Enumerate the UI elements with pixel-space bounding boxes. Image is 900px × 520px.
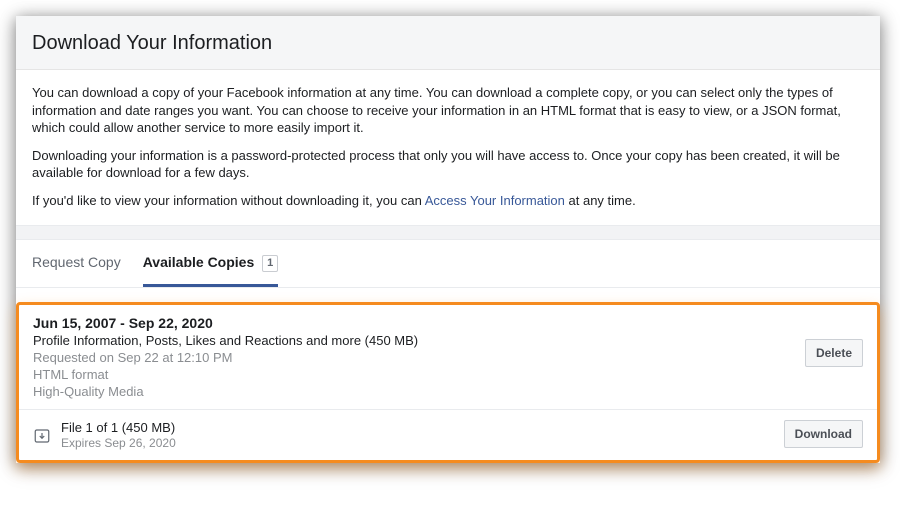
tab-available-copies-label: Available Copies xyxy=(143,254,255,270)
available-copies-highlight: Jun 15, 2007 - Sep 22, 2020 Profile Info… xyxy=(16,302,880,463)
tab-request-copy[interactable]: Request Copy xyxy=(32,240,121,287)
panel-header: Download Your Information xyxy=(16,16,880,70)
p3-prefix: If you'd like to view your information w… xyxy=(32,193,425,208)
p3-suffix: at any time. xyxy=(565,193,636,208)
file-info: File 1 of 1 (450 MB) Expires Sep 26, 202… xyxy=(61,420,176,450)
file-download-icon xyxy=(33,427,51,445)
available-copies-count-badge: 1 xyxy=(262,255,278,272)
copy-quality: High-Quality Media xyxy=(33,384,863,399)
copy-date-range: Jun 15, 2007 - Sep 22, 2020 xyxy=(33,315,863,331)
tabs-bar: Request Copy Available Copies 1 xyxy=(16,240,880,288)
divider-strip xyxy=(16,226,880,240)
download-info-panel: Download Your Information You can downlo… xyxy=(16,16,880,463)
description-paragraph-2: Downloading your information is a passwo… xyxy=(32,147,864,182)
file-row: File 1 of 1 (450 MB) Expires Sep 26, 202… xyxy=(19,410,877,460)
description-block: You can download a copy of your Facebook… xyxy=(16,70,880,226)
download-button[interactable]: Download xyxy=(784,420,863,448)
delete-button[interactable]: Delete xyxy=(805,339,863,367)
file-expires: Expires Sep 26, 2020 xyxy=(61,436,176,450)
file-title: File 1 of 1 (450 MB) xyxy=(61,420,176,435)
access-your-information-link[interactable]: Access Your Information xyxy=(425,193,565,208)
tab-available-copies[interactable]: Available Copies 1 xyxy=(143,240,279,287)
page-title: Download Your Information xyxy=(32,32,864,55)
copy-format: HTML format xyxy=(33,367,863,382)
description-paragraph-1: You can download a copy of your Facebook… xyxy=(32,84,864,137)
copy-summary: Profile Information, Posts, Likes and Re… xyxy=(33,333,863,348)
copy-card: Jun 15, 2007 - Sep 22, 2020 Profile Info… xyxy=(19,305,877,410)
description-paragraph-3: If you'd like to view your information w… xyxy=(32,192,864,210)
copy-requested: Requested on Sep 22 at 12:10 PM xyxy=(33,350,863,365)
